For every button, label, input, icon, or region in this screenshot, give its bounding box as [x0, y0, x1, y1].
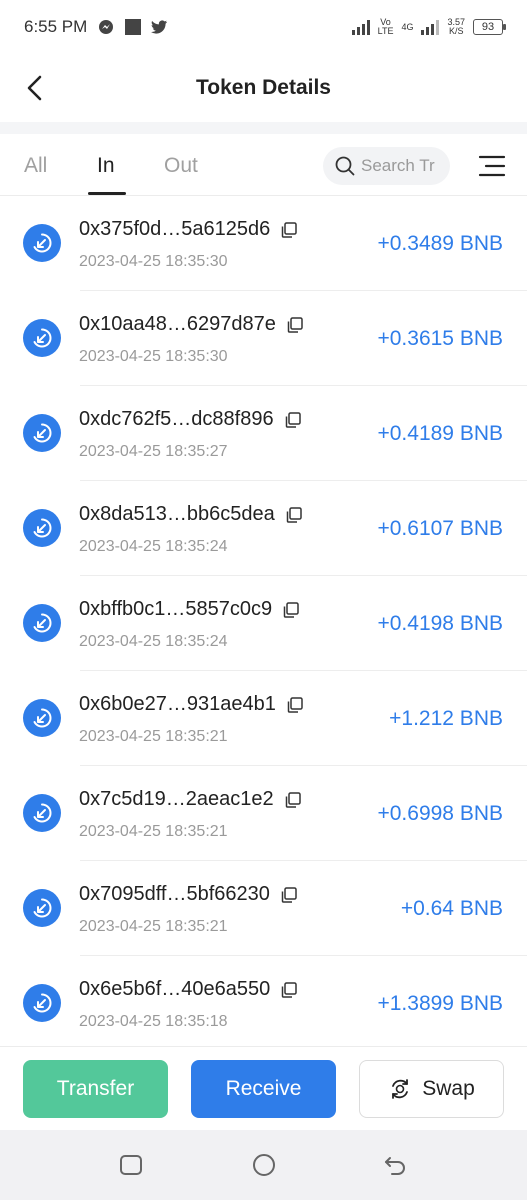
transfer-button[interactable]: Transfer [23, 1060, 168, 1118]
active-tab-indicator [88, 192, 126, 195]
tx-time: 2023-04-25 18:35:30 [79, 253, 228, 270]
recents-button[interactable] [118, 1152, 144, 1178]
tx-hash: 0x6b0e27…931ae4b1 [79, 693, 276, 715]
search-icon [335, 156, 355, 176]
transaction-row[interactable]: 0x7c5d19…2aeac1e2 2023-04-25 18:35:21 +0… [0, 766, 527, 861]
status-left: 6:55 PM [24, 17, 168, 37]
tx-hash: 0xbffb0c1…5857c0c9 [79, 598, 273, 620]
messenger-icon [97, 19, 114, 36]
receive-tx-icon [23, 794, 61, 832]
swap-label: Swap [422, 1077, 475, 1100]
copy-icon[interactable] [286, 696, 304, 714]
tx-amount: +0.4189 BNB [377, 422, 503, 445]
receive-tx-icon [23, 699, 61, 737]
tx-time: 2023-04-25 18:35:24 [79, 538, 228, 555]
tx-time: 2023-04-25 18:35:27 [79, 443, 228, 460]
tx-hash: 0x375f0d…5a6125d6 [79, 218, 271, 240]
gallery-icon [124, 19, 141, 36]
tx-amount: +0.3489 BNB [377, 232, 503, 255]
page-title: Token Details [196, 76, 331, 99]
receive-tx-icon [23, 319, 61, 357]
transaction-row[interactable]: 0x375f0d…5a6125d6 2023-04-25 18:35:30 +0… [0, 196, 527, 291]
back-button[interactable] [22, 74, 50, 102]
tx-amount: +1.3899 BNB [377, 992, 503, 1015]
transaction-row[interactable]: 0x8da513…bb6c5dea 2023-04-25 18:35:24 +0… [0, 481, 527, 576]
tx-time: 2023-04-25 18:35:21 [79, 918, 228, 935]
transaction-row[interactable]: 0x7095dff…5bf66230 2023-04-25 18:35:21 +… [0, 861, 527, 956]
receive-tx-icon [23, 604, 61, 642]
copy-icon[interactable] [284, 411, 302, 429]
tabs-row: All In Out [0, 134, 527, 196]
copy-icon[interactable] [284, 791, 302, 809]
receive-button[interactable]: Receive [191, 1060, 336, 1118]
swap-icon [392, 1079, 409, 1099]
tx-hash: 0x8da513…bb6c5dea [79, 503, 275, 525]
tx-amount: +0.6998 BNB [377, 802, 503, 825]
action-bar: Transfer Receive Swap [0, 1046, 527, 1130]
receive-tx-icon [23, 509, 61, 547]
twitter-icon [151, 19, 168, 36]
system-nav-bar [0, 1130, 527, 1200]
receive-tx-icon [23, 984, 61, 1022]
tx-time: 2023-04-25 18:35:21 [79, 728, 228, 745]
transaction-list: 0x375f0d…5a6125d6 2023-04-25 18:35:30 +0… [0, 196, 527, 1046]
tx-amount: +1.212 BNB [389, 707, 503, 730]
swap-button[interactable]: Swap [359, 1060, 504, 1118]
net-speed: 3.57 K/S [447, 17, 465, 36]
transaction-row[interactable]: 0x6b0e27…931ae4b1 2023-04-25 18:35:21 +1… [0, 671, 527, 766]
transaction-row[interactable]: 0xbffb0c1…5857c0c9 2023-04-25 18:35:24 +… [0, 576, 527, 671]
signal-icon [351, 19, 370, 35]
section-separator [0, 122, 527, 134]
home-button[interactable] [251, 1152, 277, 1178]
tx-hash: 0x6e5b6f…40e6a550 [79, 978, 271, 1000]
receive-tx-icon [23, 224, 61, 262]
copy-icon[interactable] [282, 601, 300, 619]
search-input[interactable] [361, 156, 441, 176]
filter-button[interactable] [478, 154, 506, 178]
tx-time: 2023-04-25 18:35:21 [79, 823, 228, 840]
tx-amount: +0.64 BNB [400, 897, 503, 920]
status-right: Vo LTE 4G 3.57 K/S 93 [351, 17, 506, 36]
tx-hash: 0xdc762f5…dc88f896 [79, 408, 274, 430]
tx-hash: 0x10aa48…6297d87e [79, 313, 276, 335]
transaction-row[interactable]: 0xdc762f5…dc88f896 2023-04-25 18:35:27 +… [0, 386, 527, 481]
chevron-left-icon [27, 75, 42, 101]
copy-icon[interactable] [280, 221, 298, 239]
transaction-row[interactable]: 0x10aa48…6297d87e 2023-04-25 18:35:30 +0… [0, 291, 527, 386]
header: Token Details [0, 54, 527, 122]
tx-hash: 0x7c5d19…2aeac1e2 [79, 788, 274, 810]
receive-tx-icon [23, 889, 61, 927]
copy-icon[interactable] [286, 316, 304, 334]
tx-hash: 0x7095dff…5bf66230 [79, 883, 270, 905]
tx-amount: +0.3615 BNB [377, 327, 503, 350]
transaction-row[interactable]: 0x6e5b6f…40e6a550 2023-04-25 18:35:18 +1… [0, 956, 527, 1046]
home-icon [253, 1154, 275, 1176]
tab-out[interactable]: Out [164, 154, 198, 178]
copy-icon[interactable] [280, 886, 298, 904]
network-gen-indicator: 4G [401, 21, 414, 32]
recents-icon [120, 1155, 142, 1175]
signal-2-icon [421, 19, 440, 35]
search-box[interactable] [323, 147, 450, 185]
tx-time: 2023-04-25 18:35:24 [79, 633, 228, 650]
tab-all[interactable]: All [24, 154, 47, 178]
tab-in[interactable]: In [97, 154, 115, 178]
status-bar: 6:55 PM Vo LTE 4G 3.57 K/S 93 [0, 0, 527, 54]
tx-time: 2023-04-25 18:35:18 [79, 1013, 228, 1030]
back-nav-icon [385, 1157, 405, 1175]
copy-icon[interactable] [280, 981, 298, 999]
tx-amount: +0.6107 BNB [377, 517, 503, 540]
tx-time: 2023-04-25 18:35:30 [79, 348, 228, 365]
battery-icon: 93 [473, 19, 506, 35]
filter-icon [478, 155, 506, 177]
receive-tx-icon [23, 414, 61, 452]
volte-indicator: Vo LTE [377, 17, 394, 36]
status-time: 6:55 PM [24, 17, 88, 36]
copy-icon[interactable] [285, 506, 303, 524]
back-nav-button[interactable] [382, 1152, 408, 1178]
tx-amount: +0.4198 BNB [377, 612, 503, 635]
